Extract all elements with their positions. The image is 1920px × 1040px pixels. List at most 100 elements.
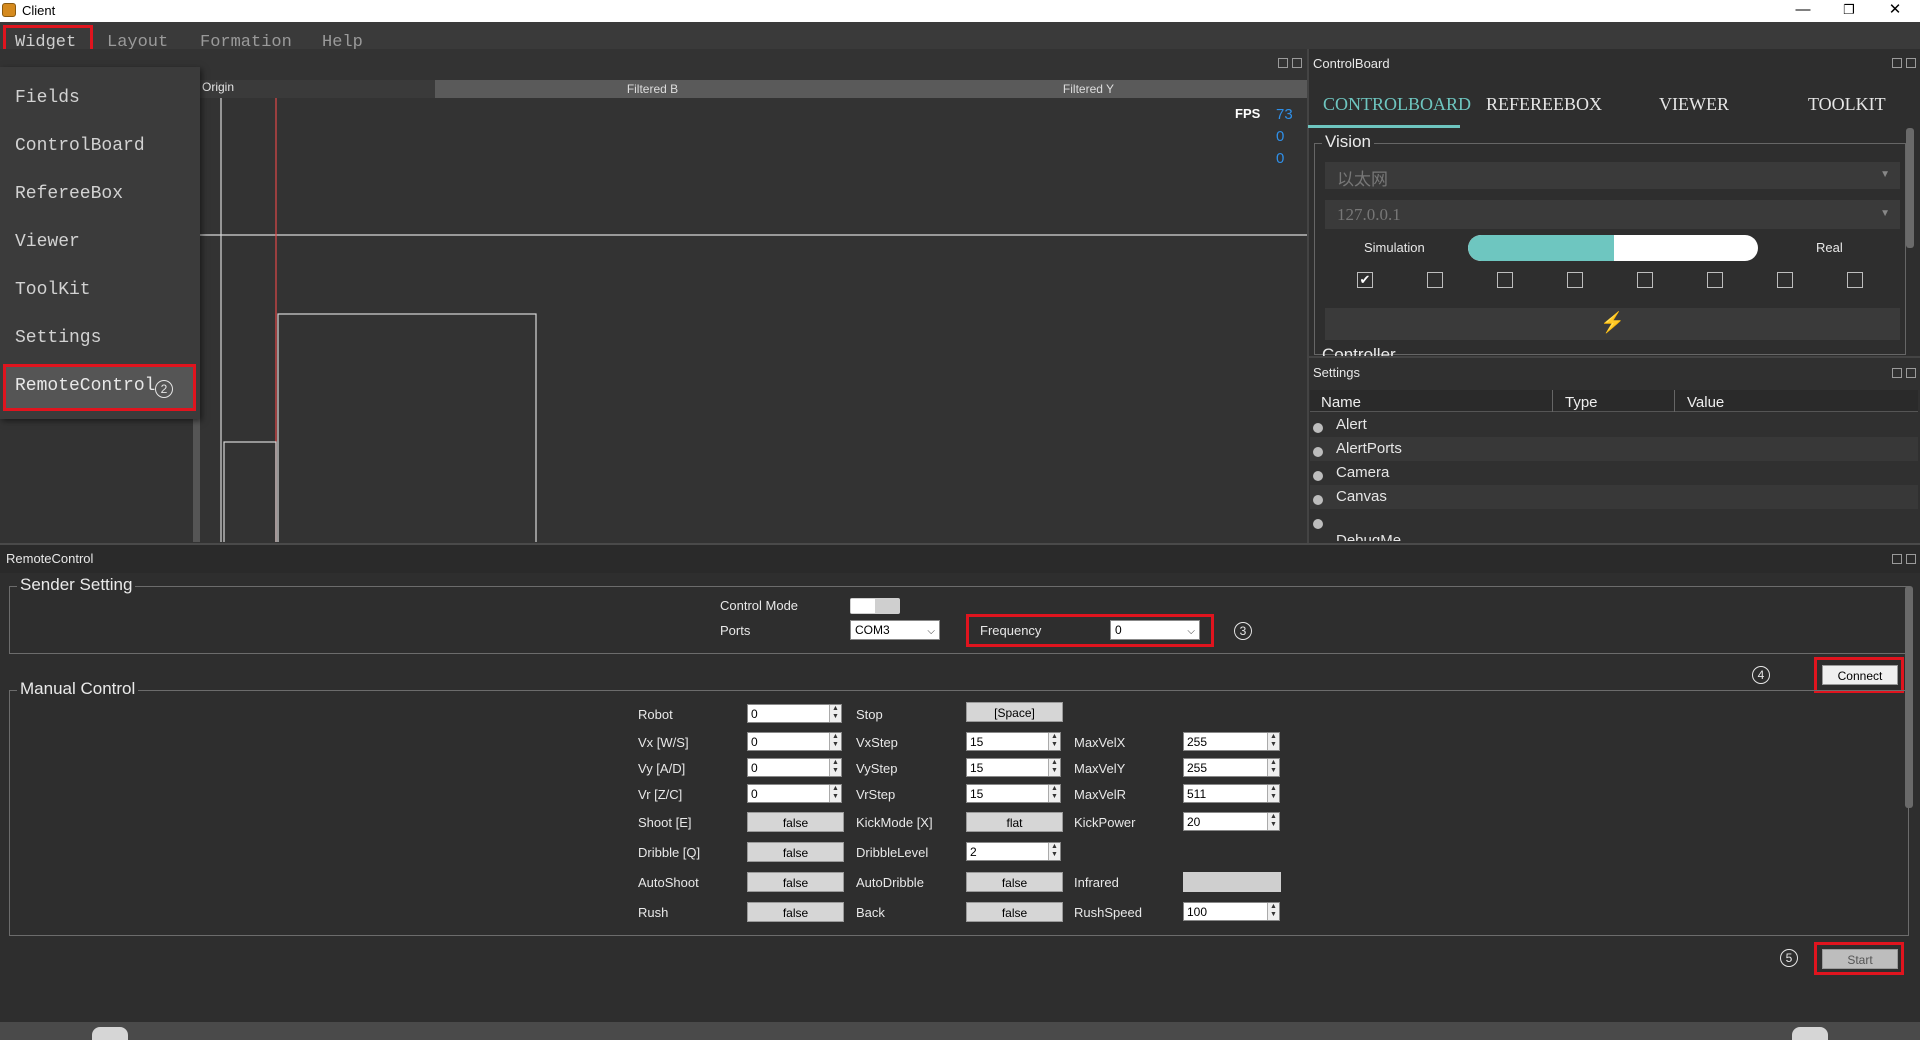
controlboard-title: ControlBoard: [1313, 56, 1390, 71]
settings-col-value[interactable]: Value: [1687, 394, 1724, 411]
vision-checkbox-4[interactable]: [1567, 272, 1583, 288]
settings-col-name[interactable]: Name: [1321, 394, 1361, 411]
autoshoot-toggle[interactable]: false: [747, 872, 844, 892]
vision-checkbox-1[interactable]: ✔: [1357, 272, 1373, 288]
autodribble-toggle[interactable]: false: [966, 872, 1063, 892]
vrstep-spinbox[interactable]: 15 ▲ ▼: [966, 784, 1061, 803]
panel-close-icon[interactable]: [1292, 58, 1302, 68]
menu-item-settings[interactable]: Settings: [15, 328, 101, 348]
dribble-toggle[interactable]: false: [747, 842, 844, 862]
rush-toggle[interactable]: false: [747, 902, 844, 922]
vr-spinbox[interactable]: 0 ▲ ▼: [747, 784, 842, 803]
vy-label: Vy [A/D]: [638, 761, 686, 776]
remotecontrol-titlebar: [0, 545, 1920, 573]
settings-col-type[interactable]: Type: [1565, 394, 1598, 411]
bottom-right-handle[interactable]: [1792, 1027, 1828, 1040]
stop-button[interactable]: [Space]: [966, 702, 1063, 722]
settings-row[interactable]: DebugMe: [1310, 509, 1918, 541]
menu-item-viewer[interactable]: Viewer: [15, 232, 80, 252]
fps-label: FPS: [1235, 106, 1261, 121]
control-mode-label: Control Mode: [720, 598, 799, 613]
bottom-left-handle[interactable]: [92, 1027, 128, 1040]
vision-checkbox-7[interactable]: [1777, 272, 1793, 288]
tab-filtered-b[interactable]: Filtered B: [435, 80, 870, 98]
back-label: Back: [856, 905, 885, 920]
vision-checkbox-5[interactable]: [1637, 272, 1653, 288]
close-button[interactable]: ✕: [1872, 0, 1918, 22]
dribblelevel-spinbox[interactable]: 2 ▲ ▼: [966, 842, 1061, 861]
panel-float-icon[interactable]: [1278, 58, 1288, 68]
back-toggle[interactable]: false: [966, 902, 1063, 922]
tab-active-indicator: [1308, 125, 1460, 128]
expand-bullet-icon[interactable]: [1313, 471, 1323, 481]
vision-checkbox-6[interactable]: [1707, 272, 1723, 288]
app-icon: [2, 3, 16, 17]
annotation-3: 3: [1234, 622, 1252, 640]
settings-row[interactable]: AlertPorts: [1310, 437, 1918, 461]
ip-select-chevron-icon: ▼: [1880, 208, 1890, 219]
sender-setting-group: [9, 586, 1909, 654]
remotecontrol-close-icon[interactable]: [1906, 554, 1916, 564]
ports-chevron-icon: ⌵: [927, 626, 935, 637]
connect-button[interactable]: Connect: [1822, 665, 1898, 685]
mode-switch[interactable]: [1468, 235, 1758, 261]
vx-spinbox[interactable]: 0 ▲ ▼: [747, 732, 842, 751]
controller-label: Controller: [1322, 345, 1396, 356]
shoot-toggle[interactable]: false: [747, 812, 844, 832]
start-button[interactable]: Start: [1822, 949, 1898, 969]
tab-filtered-y[interactable]: Filtered Y: [870, 80, 1307, 98]
controlboard-scrollbar[interactable]: [1906, 128, 1914, 248]
ports-select[interactable]: COM3 ⌵: [850, 620, 940, 640]
settings-row[interactable]: Camera: [1310, 461, 1918, 485]
kickmode-toggle[interactable]: flat: [966, 812, 1063, 832]
remotecontrol-float-icon[interactable]: [1892, 554, 1902, 564]
expand-bullet-icon[interactable]: [1313, 495, 1323, 505]
robot-spinbox[interactable]: 0 ▲ ▼: [747, 704, 842, 723]
settings-title: Settings: [1313, 365, 1360, 380]
vision-checkbox-2[interactable]: [1427, 272, 1443, 288]
settings-close-icon[interactable]: [1906, 368, 1916, 378]
vr-label: Vr [Z/C]: [638, 787, 683, 802]
tab-refereebox[interactable]: REFEREEBOX: [1486, 94, 1602, 115]
menu-item-controlboard[interactable]: ControlBoard: [15, 136, 145, 156]
vision-checkbox-8[interactable]: [1847, 272, 1863, 288]
menu-item-toolkit[interactable]: ToolKit: [15, 280, 91, 300]
frequency-select[interactable]: 0 ⌵: [1110, 620, 1200, 640]
menu-item-refereebox[interactable]: RefereeBox: [15, 184, 123, 204]
maxvelx-label: MaxVelX: [1074, 735, 1126, 750]
expand-bullet-icon[interactable]: [1313, 519, 1323, 529]
expand-bullet-icon[interactable]: [1313, 423, 1323, 433]
tab-origin[interactable]: Origin: [200, 80, 435, 98]
vision-label: Vision: [1322, 132, 1374, 152]
tab-viewer[interactable]: VIEWER: [1659, 94, 1729, 115]
ip-select[interactable]: 127.0.0.1 ▼: [1325, 200, 1900, 229]
controlboard-close-icon[interactable]: [1906, 58, 1916, 68]
settings-row[interactable]: Alert: [1310, 413, 1918, 437]
maxvely-spinbox[interactable]: 255 ▲ ▼: [1183, 758, 1280, 777]
bottom-scrollbar-track: [0, 1022, 1920, 1040]
vxstep-spinbox[interactable]: 15 ▲ ▼: [966, 732, 1061, 751]
sender-setting-title: Sender Setting: [17, 575, 136, 595]
restore-button[interactable]: ❐: [1826, 0, 1872, 22]
remotecontrol-scrollbar[interactable]: [1905, 586, 1913, 808]
settings-row[interactable]: Canvas: [1310, 485, 1918, 509]
settings-float-icon[interactable]: [1892, 368, 1902, 378]
tab-toolkit[interactable]: TOOLKIT: [1808, 94, 1886, 115]
control-mode-toggle[interactable]: [850, 598, 900, 614]
vision-checkbox-3[interactable]: [1497, 272, 1513, 288]
vystep-spinbox[interactable]: 15 ▲ ▼: [966, 758, 1061, 777]
vy-spinbox[interactable]: 0 ▲ ▼: [747, 758, 842, 777]
tab-controlboard[interactable]: CONTROLBOARD: [1323, 94, 1471, 115]
connect-plug-icon[interactable]: ⚡: [1325, 308, 1900, 340]
menu-item-fields[interactable]: Fields: [15, 88, 80, 108]
controlboard-float-icon[interactable]: [1892, 58, 1902, 68]
minimize-button[interactable]: —: [1780, 0, 1826, 22]
rushspeed-spinbox[interactable]: 100 ▲ ▼: [1183, 902, 1280, 921]
field-canvas: [200, 98, 1307, 542]
network-select[interactable]: 以太网 ▼: [1325, 162, 1900, 189]
expand-bullet-icon[interactable]: [1313, 447, 1323, 457]
kickpower-spinbox[interactable]: 20 ▲ ▼: [1183, 812, 1280, 831]
settings-header: [1310, 390, 1918, 412]
maxvelx-spinbox[interactable]: 255 ▲ ▼: [1183, 732, 1280, 751]
maxvelr-spinbox[interactable]: 511 ▲ ▼: [1183, 784, 1280, 803]
